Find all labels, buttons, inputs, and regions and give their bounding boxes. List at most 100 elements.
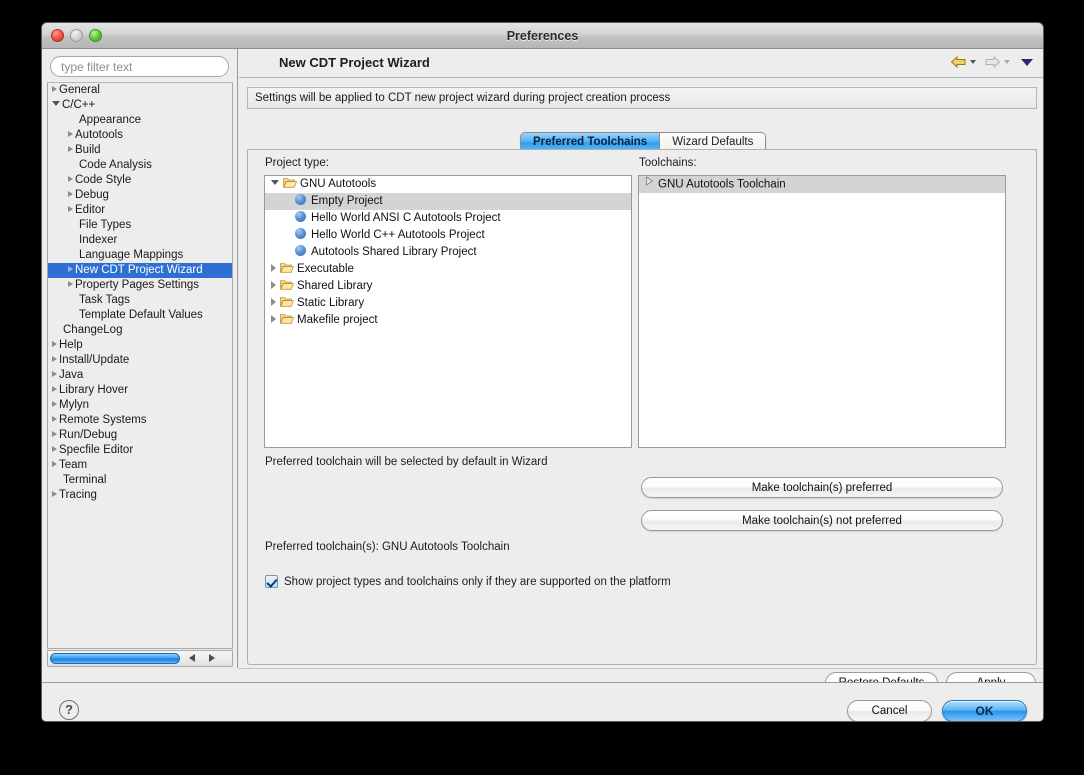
project-type-row[interactable]: Hello World C++ Autotools Project	[265, 227, 631, 244]
chevron-down-icon[interactable]	[52, 101, 60, 107]
toolchains-list[interactable]: GNU Autotools Toolchain	[638, 175, 1006, 448]
sidebar-item-property-pages-settings[interactable]: Property Pages Settings	[48, 278, 232, 293]
page-title: New CDT Project Wizard	[279, 55, 430, 70]
sidebar-item-help[interactable]: Help	[48, 338, 232, 353]
sidebar-item-terminal[interactable]: Terminal	[48, 473, 232, 488]
chevron-right-icon[interactable]	[52, 340, 57, 347]
chevron-right-icon[interactable]	[68, 280, 73, 287]
sidebar-item-remote-systems[interactable]: Remote Systems	[48, 413, 232, 428]
project-type-list[interactable]: GNU Autotools Empty Project Hello World AN…	[264, 175, 632, 448]
scroll-right-icon[interactable]	[209, 654, 215, 662]
sidebar-item-label: Install/Update	[59, 354, 130, 366]
project-type-row[interactable]: Static Library	[265, 295, 631, 312]
sidebar-item-changelog[interactable]: ChangeLog	[48, 323, 232, 338]
sidebar-item-label: Build	[75, 144, 101, 156]
sidebar-item-label: Autotools	[75, 129, 123, 141]
chevron-right-icon[interactable]	[52, 445, 57, 452]
sidebar-item-template-default-values[interactable]: Template Default Values	[48, 308, 232, 323]
chevron-right-icon[interactable]	[52, 490, 57, 497]
chevron-right-icon[interactable]	[68, 265, 73, 272]
tab-folder: Preferred Toolchains Wizard Defaults Pro…	[247, 132, 1037, 665]
make-toolchain-preferred-button[interactable]: Make toolchain(s) preferred	[641, 477, 1003, 498]
chevron-right-icon[interactable]	[68, 190, 73, 197]
sidebar-item-code-analysis[interactable]: Code Analysis	[48, 158, 232, 173]
sidebar-item-appearance[interactable]: Appearance	[48, 113, 232, 128]
project-type-row[interactable]: GNU Autotools	[265, 176, 631, 193]
chevron-right-icon[interactable]	[68, 130, 73, 137]
sidebar-item-task-tags[interactable]: Task Tags	[48, 293, 232, 308]
search-input[interactable]	[50, 56, 229, 77]
sidebar-horizontal-scrollbar[interactable]	[47, 650, 233, 667]
show-supported-checkbox-row[interactable]: Show project types and toolchains only i…	[265, 575, 671, 588]
cancel-button[interactable]: Cancel	[847, 700, 932, 721]
project-type-row[interactable]: Executable	[265, 261, 631, 278]
sidebar-item-label: Debug	[75, 189, 109, 201]
sidebar-item-java[interactable]: Java	[48, 368, 232, 383]
back-arrow-icon[interactable]	[950, 55, 967, 69]
sidebar-item-indexer[interactable]: Indexer	[48, 233, 232, 248]
sidebar-item-team[interactable]: Team	[48, 458, 232, 473]
project-type-row[interactable]: Empty Project	[265, 193, 631, 210]
page-nav-controls	[950, 55, 1033, 69]
chevron-right-icon[interactable]	[52, 415, 57, 422]
page-header: New CDT Project Wizard	[239, 49, 1043, 78]
sidebar-item-code-style[interactable]: Code Style	[48, 173, 232, 188]
chevron-down-icon[interactable]	[271, 180, 279, 186]
sidebar-item-autotools[interactable]: Autotools	[48, 128, 232, 143]
ok-button[interactable]: OK	[942, 700, 1027, 721]
back-dropdown-icon[interactable]	[970, 60, 976, 64]
chevron-right-icon[interactable]	[52, 400, 57, 407]
toolchain-row[interactable]: GNU Autotools Toolchain	[639, 176, 1005, 193]
scrollbar-thumb[interactable]	[50, 653, 180, 664]
view-menu-icon[interactable]	[1021, 58, 1033, 66]
sidebar-item-new-cdt-project-wizard[interactable]: New CDT Project Wizard	[48, 263, 232, 278]
chevron-right-icon[interactable]	[271, 314, 276, 323]
sidebar-item-file-types[interactable]: File Types	[48, 218, 232, 233]
tab-panel-preferred-toolchains: Project type: GNU Autotools Empty Project…	[247, 149, 1037, 665]
sidebar-item-library-hover[interactable]: Library Hover	[48, 383, 232, 398]
project-type-row[interactable]: Autotools Shared Library Project	[265, 244, 631, 261]
sidebar-item-build[interactable]: Build	[48, 143, 232, 158]
sidebar-item-tracing[interactable]: Tracing	[48, 488, 232, 503]
sidebar-item-general[interactable]: General	[48, 83, 232, 98]
chevron-right-icon[interactable]	[68, 205, 73, 212]
project-type-row[interactable]: Shared Library	[265, 278, 631, 295]
chevron-right-icon[interactable]	[271, 263, 276, 272]
project-type-row[interactable]: Makefile project	[265, 312, 631, 329]
sidebar-item-label: General	[59, 84, 100, 96]
chevron-right-icon[interactable]	[52, 430, 57, 437]
help-button[interactable]: ?	[59, 700, 79, 720]
sidebar-item-language-mappings[interactable]: Language Mappings	[48, 248, 232, 263]
chevron-right-icon[interactable]	[68, 145, 73, 152]
chevron-right-icon[interactable]	[52, 370, 57, 377]
make-toolchain-not-preferred-button[interactable]: Make toolchain(s) not preferred	[641, 510, 1003, 531]
show-supported-label: Show project types and toolchains only i…	[284, 575, 671, 588]
sidebar-item-install-update[interactable]: Install/Update	[48, 353, 232, 368]
sidebar-item-editor[interactable]: Editor	[48, 203, 232, 218]
scroll-left-icon[interactable]	[189, 654, 195, 662]
chevron-right-icon[interactable]	[52, 85, 57, 92]
toolchain-label-text: GNU Autotools Toolchain	[658, 178, 786, 191]
sidebar-item-label: Run/Debug	[59, 429, 118, 441]
sidebar-item-run-debug[interactable]: Run/Debug	[48, 428, 232, 443]
sidebar-item-c-c[interactable]: C/C++	[48, 98, 232, 113]
show-supported-checkbox[interactable]	[265, 575, 278, 588]
chevron-right-icon[interactable]	[271, 280, 276, 289]
project-type-row[interactable]: Hello World ANSI C Autotools Project	[265, 210, 631, 227]
sidebar-item-label: Appearance	[79, 114, 142, 126]
folder-open-icon	[280, 296, 295, 308]
chevron-right-icon[interactable]	[52, 385, 57, 392]
chevron-right-icon[interactable]	[52, 355, 57, 362]
sidebar-item-specfile-editor[interactable]: Specfile Editor	[48, 443, 232, 458]
preferences-tree[interactable]: General C/C++ Appearance Autotools Build Code…	[47, 82, 233, 649]
chevron-right-icon[interactable]	[271, 297, 276, 306]
sidebar-item-debug[interactable]: Debug	[48, 188, 232, 203]
chevron-right-icon[interactable]	[645, 176, 654, 192]
chevron-right-icon[interactable]	[52, 460, 57, 467]
sidebar-item-mylyn[interactable]: Mylyn	[48, 398, 232, 413]
preferences-window: Preferences General C/C++ Appearance Autoto…	[41, 22, 1044, 722]
chevron-right-icon[interactable]	[68, 175, 73, 182]
